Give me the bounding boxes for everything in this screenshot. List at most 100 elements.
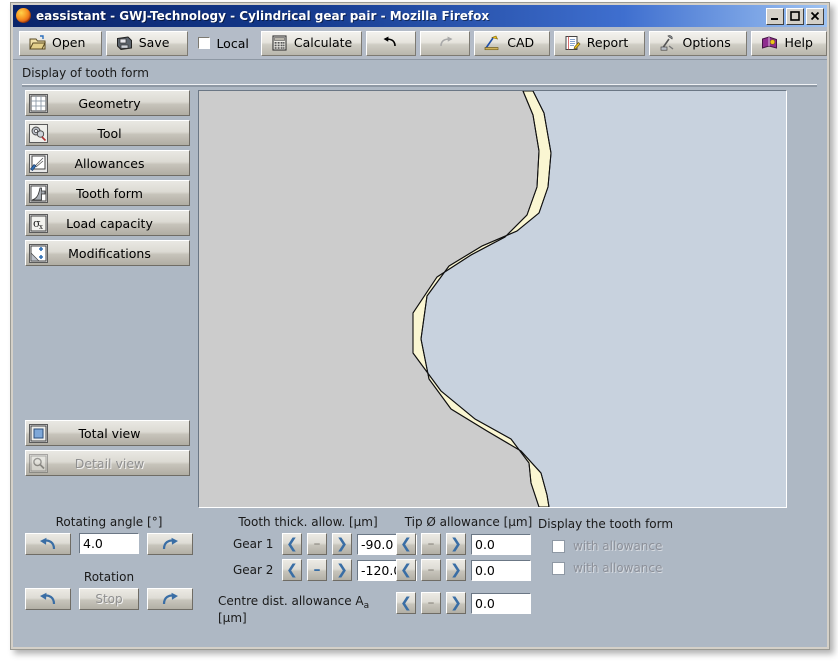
centre-dist-next-button[interactable]: ❯: [446, 592, 466, 614]
sidebar-item-label: Geometry: [78, 95, 141, 111]
sidebar-nav: Geometry Tool Allowances Tooth form σ x …: [25, 90, 190, 270]
with-allowance-checkbox-1: [552, 539, 565, 553]
centre-distance-label: Centre dist. allowance Aa [µm]: [218, 594, 370, 625]
client-area: Display of tooth form Geometry Tool Allo…: [13, 59, 827, 647]
gear1-tip-prev-button[interactable]: ❮: [396, 533, 416, 555]
save-label: Save: [138, 34, 170, 50]
help-label: Help: [784, 34, 813, 50]
sidebar-item-modifications[interactable]: Modifications: [25, 240, 190, 266]
minimize-icon[interactable]: [766, 7, 784, 25]
rotation-ccw-button[interactable]: [25, 588, 71, 610]
gear1-tip-reset-button: –: [421, 533, 441, 555]
save-button[interactable]: Save: [105, 30, 189, 56]
local-label: Local: [216, 35, 249, 51]
rotation-cw-button[interactable]: [147, 588, 193, 610]
local-checkbox[interactable]: Local: [192, 36, 256, 51]
local-checkbox-box[interactable]: [198, 37, 211, 49]
tooth-form-canvas[interactable]: [198, 90, 787, 508]
centre-distance-controls: ❮ – ❯ 0.0: [396, 592, 531, 614]
open-button[interactable]: Open: [19, 30, 102, 56]
gear1-tt-reset-button: –: [307, 533, 327, 555]
gear-mesh-drawing: [199, 91, 786, 507]
sidebar-item-allowances[interactable]: Allowances: [25, 150, 190, 176]
gear2-tt-next-button[interactable]: ❯: [332, 559, 352, 581]
gear1-tt-prev-button[interactable]: ❮: [282, 533, 302, 555]
redo-icon: [436, 36, 454, 51]
gear2-tip-input[interactable]: 0.0: [471, 559, 531, 581]
gear1-tip-next-button[interactable]: ❯: [446, 533, 466, 555]
help-button[interactable]: Help: [751, 30, 827, 56]
total-view-button[interactable]: Total view: [25, 420, 190, 446]
total-view-icon: [29, 423, 48, 443]
main-toolbar: Open Save Local Calculate CAD Report Opt…: [13, 27, 827, 59]
close-icon[interactable]: [806, 7, 824, 25]
gear1-label: Gear 1: [233, 537, 274, 551]
undo-button[interactable]: [366, 30, 417, 56]
gear1-tt-next-button[interactable]: ❯: [332, 533, 352, 555]
with-allowance-option-1: with allowance: [552, 539, 673, 553]
tooth-thickness-group: Tooth thick. allow. [µm] Gear 1 ❮ – ❯ -9…: [233, 515, 417, 581]
gear2-tt-prev-button[interactable]: ❮: [282, 559, 302, 581]
tools-icon: [659, 35, 676, 51]
sidebar-item-tooth-form[interactable]: Tooth form: [25, 180, 190, 206]
centre-dist-input[interactable]: 0.0: [471, 592, 531, 614]
application-window: eassistant - GWJ-Technology - Cylindrica…: [10, 2, 830, 650]
options-button[interactable]: Options: [649, 30, 748, 56]
calculate-button[interactable]: Calculate: [260, 30, 363, 56]
total-view-label: Total view: [78, 425, 141, 441]
rotate-cw-icon: [162, 592, 178, 605]
with-allowance-label-2: with allowance: [573, 561, 663, 575]
view-buttons: Total view Detail view: [25, 420, 190, 480]
page-title: Display of tooth form: [22, 66, 149, 80]
options-label: Options: [682, 34, 731, 50]
tip-allowance-group: Tip Ø allowance [µm] ❮ – ❯ 0.0 ❮ – ❯ 0.0: [396, 515, 541, 581]
gear2-tip-next-button[interactable]: ❯: [446, 559, 466, 581]
window-title: eassistant - GWJ-Technology - Cylindrica…: [36, 9, 490, 23]
sigma-x-icon: σ x: [29, 213, 48, 233]
pencil-chart-icon: [29, 153, 48, 173]
gear2-label: Gear 2: [233, 563, 274, 577]
magnifier-icon: [29, 453, 48, 473]
rotating-angle-input[interactable]: 4.0: [79, 533, 139, 554]
rotation-title: Rotation: [83, 570, 135, 584]
table-row: ❮ – ❯ 0.0: [396, 533, 541, 555]
sidebar-item-label: Modifications: [68, 245, 151, 261]
folder-open-icon: [29, 35, 46, 51]
rotate-cw-step-button[interactable]: [147, 533, 193, 555]
cad-icon: [484, 35, 501, 51]
tip-allowance-title: Tip Ø allowance [µm]: [404, 515, 533, 529]
display-tooth-form-group: Display the tooth form with allowance wi…: [538, 517, 673, 575]
grid-icon: [29, 93, 48, 113]
report-button[interactable]: Report: [553, 30, 646, 56]
sidebar-item-label: Tooth form: [76, 185, 143, 201]
rotate-ccw-icon: [40, 592, 56, 605]
centre-dist-prev-button[interactable]: ❮: [396, 592, 416, 614]
gear2-tip-prev-button[interactable]: ❮: [396, 559, 416, 581]
table-row: ❮ – ❯ 0.0: [396, 559, 541, 581]
gear-tool-icon: [29, 123, 48, 143]
report-label: Report: [586, 34, 629, 50]
rotate-ccw-step-button[interactable]: [25, 533, 71, 555]
gear2-tip-reset-button: –: [421, 559, 441, 581]
gear1-tip-input[interactable]: 0.0: [471, 533, 531, 555]
gear2-tt-reset-button[interactable]: –: [307, 559, 327, 581]
tooth-profile-icon: [29, 183, 48, 203]
help-book-icon: [761, 35, 778, 51]
detail-view-label: Detail view: [74, 455, 145, 471]
sidebar-item-tool[interactable]: Tool: [25, 120, 190, 146]
centre-dist-reset-button: –: [421, 592, 441, 614]
centre-distance-group: Centre dist. allowance Aa [µm]: [218, 594, 390, 625]
table-row: Gear 1 ❮ – ❯ -90.0: [233, 533, 417, 555]
rotate-ccw-icon: [40, 537, 56, 550]
sidebar-item-label: Tool: [97, 125, 122, 141]
cad-label: CAD: [507, 34, 535, 50]
table-row: Gear 2 ❮ – ❯ -120.0: [233, 559, 417, 581]
firefox-icon: [16, 8, 32, 24]
sidebar-item-geometry[interactable]: Geometry: [25, 90, 190, 116]
rotate-cw-icon: [162, 537, 178, 550]
with-allowance-label-1: with allowance: [573, 539, 663, 553]
cad-button[interactable]: CAD: [474, 30, 550, 56]
maximize-icon[interactable]: [786, 7, 804, 25]
sidebar-item-load-capacity[interactable]: σ x Load capacity: [25, 210, 190, 236]
title-bar: eassistant - GWJ-Technology - Cylindrica…: [13, 5, 827, 27]
